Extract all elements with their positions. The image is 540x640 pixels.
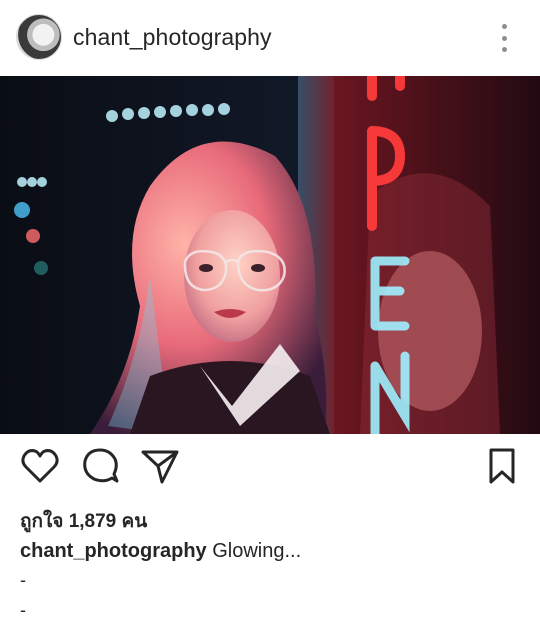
post-actions bbox=[0, 446, 540, 494]
post-caption: chant_photography Glowing... bbox=[20, 540, 301, 563]
comment-icon[interactable] bbox=[80, 446, 120, 486]
caption-line: - bbox=[20, 600, 26, 620]
post-username[interactable]: chant_photography bbox=[73, 24, 272, 51]
post-header: chant_photography bbox=[0, 0, 540, 76]
post-photo[interactable] bbox=[0, 76, 540, 434]
caption-line: - bbox=[20, 570, 26, 590]
avatar[interactable] bbox=[16, 14, 62, 60]
caption-username[interactable]: chant_photography bbox=[20, 540, 207, 562]
paper-plane-icon[interactable] bbox=[140, 446, 180, 486]
likes-count[interactable]: ถูกใจ 1,879 คน bbox=[20, 506, 147, 536]
bookmark-icon[interactable] bbox=[486, 446, 518, 486]
more-options-icon[interactable] bbox=[496, 24, 512, 52]
neon-portrait-image bbox=[0, 76, 540, 434]
caption-text: Glowing... bbox=[212, 540, 302, 562]
heart-icon[interactable] bbox=[20, 446, 60, 486]
